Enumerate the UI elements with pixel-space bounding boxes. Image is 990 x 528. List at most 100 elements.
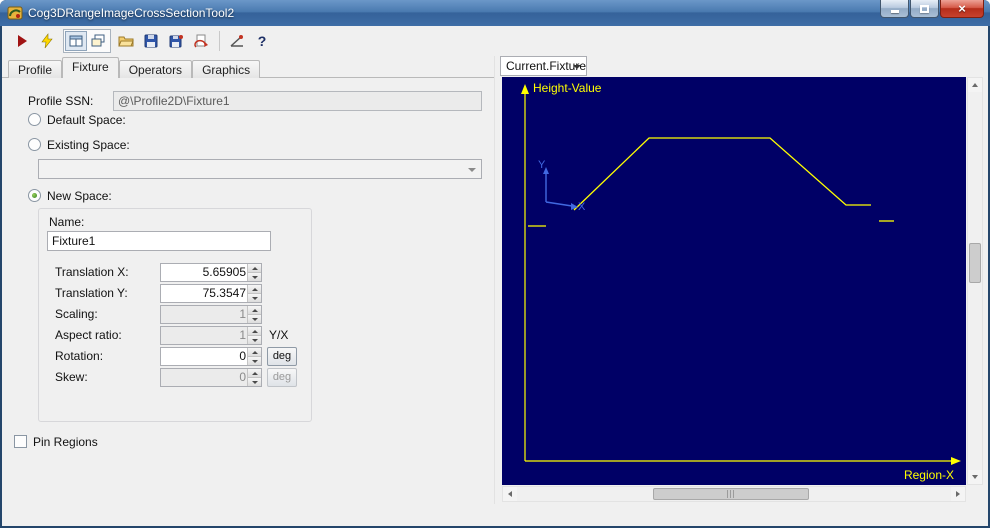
- arrow-up-icon: [972, 83, 978, 87]
- float-display-button[interactable]: [87, 31, 109, 51]
- help-button[interactable]: ?: [250, 29, 274, 53]
- new-space-label: New Space:: [47, 189, 112, 203]
- spin-up-button[interactable]: [248, 285, 261, 294]
- spin-down-button[interactable]: [248, 273, 261, 281]
- toolbar: ?: [2, 26, 988, 56]
- rotation-input[interactable]: 0: [160, 347, 262, 366]
- spinner-buttons[interactable]: [247, 348, 261, 365]
- close-button[interactable]: ×: [940, 0, 984, 18]
- tab-strip: Profile Fixture Operators Graphics: [2, 56, 494, 78]
- tab-graphics[interactable]: Graphics: [192, 60, 261, 78]
- vertical-scroll-thumb[interactable]: [969, 243, 981, 283]
- spin-up-button[interactable]: [248, 264, 261, 273]
- spin-up-button: [248, 306, 261, 315]
- scroll-down-button[interactable]: [968, 470, 982, 484]
- toolbar-separator: [219, 31, 220, 51]
- skew-deg-button: deg: [267, 368, 297, 387]
- existing-space-radio[interactable]: [28, 138, 41, 151]
- scroll-left-button[interactable]: [503, 487, 517, 501]
- display-toggle-group: [63, 29, 111, 53]
- tool-window: Cog3DRangeImageCrossSectionTool2 × ? Pro…: [0, 0, 990, 528]
- horizontal-scroll-thumb[interactable]: [653, 488, 809, 500]
- floppy-icon: [144, 34, 158, 48]
- arrow-right-icon: [956, 491, 960, 497]
- aspect-ratio-label: Aspect ratio:: [55, 328, 122, 342]
- main-area: Profile Fixture Operators Graphics Profile …: [2, 56, 988, 504]
- electric-run-button[interactable]: [35, 29, 59, 53]
- display-selector-combo[interactable]: Current.Fixture: [500, 56, 588, 76]
- scaling-input: 1: [160, 305, 262, 324]
- spin-down-button[interactable]: [248, 357, 261, 365]
- help-icon: ?: [257, 33, 267, 49]
- title-bar[interactable]: Cog3DRangeImageCrossSectionTool2 ×: [0, 0, 990, 26]
- save-record-button[interactable]: [164, 29, 188, 53]
- run-icon: [18, 35, 27, 47]
- open-button[interactable]: [114, 29, 138, 53]
- translation-x-label: Translation X:: [55, 265, 129, 279]
- existing-space-combo: [38, 159, 482, 179]
- profile-ssn-label: Profile SSN:: [28, 94, 94, 108]
- default-space-label: Default Space:: [47, 113, 126, 127]
- app-icon: [7, 6, 23, 20]
- spin-up-button: [248, 327, 261, 336]
- arrow-down-icon: [972, 475, 978, 479]
- angle-ruler-icon: [230, 35, 243, 47]
- spinner-buttons: [247, 327, 261, 344]
- aspect-ratio-input: 1: [160, 326, 262, 345]
- default-space-radio[interactable]: [28, 113, 41, 126]
- tab-operators[interactable]: Operators: [118, 60, 193, 78]
- chevron-down-icon: [573, 65, 582, 69]
- pin-regions-label: Pin Regions: [33, 435, 98, 449]
- translation-x-input[interactable]: 5.65905: [160, 263, 262, 282]
- result-display-button[interactable]: [65, 31, 87, 51]
- fixture-tab-content: Profile SSN: @\Profile2D\Fixture1 Defaul…: [2, 79, 494, 504]
- minimize-icon: [890, 10, 899, 13]
- window-title: Cog3DRangeImageCrossSectionTool2: [28, 6, 235, 20]
- lightning-icon: [41, 33, 53, 49]
- grid-window-icon: [69, 35, 83, 47]
- spin-up-button[interactable]: [248, 348, 261, 357]
- translation-y-label: Translation Y:: [55, 286, 128, 300]
- rotation-deg-button[interactable]: deg: [267, 347, 297, 366]
- run-button[interactable]: [10, 29, 34, 53]
- spinner-buttons[interactable]: [247, 264, 261, 281]
- arrow-left-icon: [508, 491, 512, 497]
- reset-icon: [194, 34, 208, 48]
- scaling-label: Scaling:: [55, 307, 98, 321]
- profile-plot[interactable]: Height-Value Region-X Y X: [502, 77, 966, 485]
- chevron-down-icon: [468, 168, 476, 172]
- svg-text:Height-Value: Height-Value: [533, 81, 602, 95]
- save-button[interactable]: [139, 29, 163, 53]
- spin-down-button: [248, 336, 261, 344]
- close-icon: ×: [958, 1, 966, 16]
- spin-up-button: [248, 369, 261, 378]
- svg-text:Region-X: Region-X: [904, 468, 954, 482]
- pin-regions-checkbox[interactable]: [14, 435, 27, 448]
- spinner-buttons[interactable]: [247, 285, 261, 302]
- spin-down-button[interactable]: [248, 294, 261, 302]
- open-folder-icon: [118, 36, 134, 47]
- reset-button[interactable]: [189, 29, 213, 53]
- left-panel: Profile Fixture Operators Graphics Profile …: [2, 56, 494, 504]
- maximize-button[interactable]: [910, 0, 939, 18]
- svg-text:Y: Y: [538, 159, 546, 171]
- maximize-icon: [920, 4, 929, 13]
- overlapping-windows-icon: [91, 34, 105, 47]
- translation-y-input[interactable]: 75.3547: [160, 284, 262, 303]
- minimize-button[interactable]: [880, 0, 909, 18]
- tab-profile[interactable]: Profile: [8, 60, 63, 78]
- skew-input: 0: [160, 368, 262, 387]
- spin-down-button: [248, 378, 261, 386]
- name-input[interactable]: Fixture1: [47, 231, 271, 251]
- vertical-scrollbar[interactable]: [967, 77, 983, 485]
- tab-fixture[interactable]: Fixture: [62, 57, 119, 78]
- skew-label: Skew:: [55, 370, 88, 384]
- scroll-right-button[interactable]: [951, 487, 965, 501]
- grip-icon: [727, 490, 735, 498]
- floppy-record-icon: [169, 35, 183, 48]
- horizontal-scrollbar[interactable]: [502, 486, 966, 502]
- scroll-up-button[interactable]: [968, 78, 982, 92]
- tools-button[interactable]: [225, 29, 249, 53]
- new-space-radio[interactable]: [28, 189, 41, 202]
- new-space-groupbox: Name: Fixture1 Translation X: 5.65905 Tr…: [38, 208, 312, 422]
